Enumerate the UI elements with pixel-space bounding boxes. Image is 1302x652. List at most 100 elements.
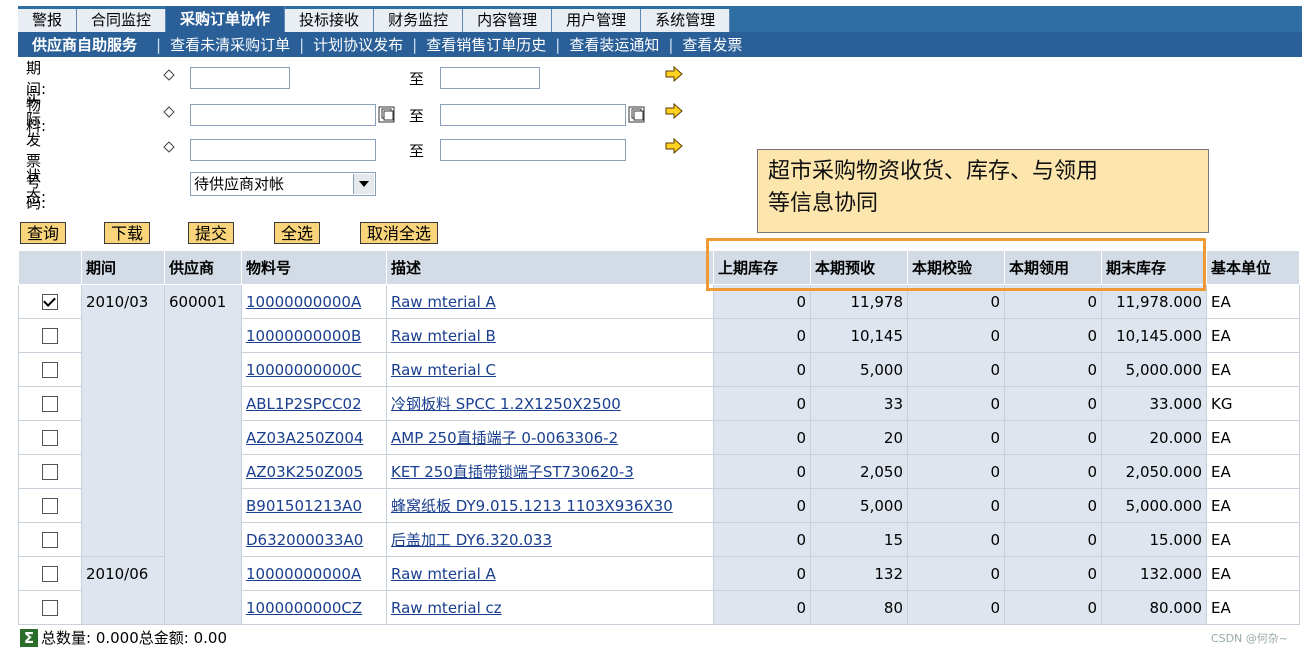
diamond-icon[interactable] [163, 141, 175, 153]
material-link[interactable]: AZ03A250Z004 [246, 429, 363, 447]
row-checkbox[interactable] [42, 599, 58, 616]
diamond-icon[interactable] [163, 69, 175, 81]
row-select-cell[interactable] [18, 454, 82, 489]
description-link[interactable]: Raw mterial cz [391, 599, 502, 617]
period-cell: 2010/06 [81, 556, 165, 625]
tab-system-mgmt[interactable]: 系统管理 [641, 9, 731, 32]
tab-contract-monitor[interactable]: 合同监控 [77, 9, 167, 32]
arrow-right-icon[interactable] [664, 103, 684, 119]
subnav-invoices[interactable]: 查看发票 [682, 34, 742, 55]
row-checkbox[interactable] [42, 361, 58, 378]
description-link[interactable]: 后盖加工 DY6.320.033 [391, 531, 552, 549]
description-cell: 蜂窝纸板 DY9.015.1213 1103X936X30 [386, 488, 714, 523]
material-cell: 10000000000C [241, 352, 387, 387]
material-link[interactable]: ABL1P2SPCC02 [246, 395, 362, 413]
row-checkbox[interactable] [42, 327, 58, 344]
subnav-shipping-notice[interactable]: 查看装运通知 [569, 34, 659, 55]
sub-nav: 供应商自助服务 | 查看未清采购订单 | 计划协议发布 | 查看销售订单历史 |… [18, 32, 1302, 57]
invoice-from-input[interactable] [190, 139, 376, 161]
footer-summary: Σ 总数量: 0.000总金额: 0.00 [20, 627, 227, 648]
header-unit: 基本单位 [1206, 250, 1300, 285]
description-link[interactable]: 蜂窝纸板 DY9.015.1213 1103X936X30 [391, 497, 673, 515]
material-from-input[interactable] [190, 104, 376, 126]
arrow-right-icon[interactable] [664, 66, 684, 82]
used-cell: 0 [1004, 420, 1102, 455]
subnav-open-po[interactable]: 查看未清采购订单 [170, 34, 290, 55]
row-checkbox[interactable] [42, 395, 58, 412]
chevron-down-icon[interactable] [353, 174, 374, 194]
tab-user-mgmt[interactable]: 用户管理 [552, 9, 642, 32]
description-link[interactable]: AMP 250直插端子 0-0063306-2 [391, 429, 618, 447]
row-checkbox[interactable] [42, 497, 58, 514]
row-checkbox[interactable] [42, 429, 58, 446]
receipts-cell: 10,145 [810, 318, 908, 353]
description-link[interactable]: 冷钢板料 SPCC 1.2X1250X2500 [391, 395, 621, 413]
unit-cell: KG [1206, 386, 1300, 421]
row-checkbox[interactable] [42, 463, 58, 480]
period-to-input[interactable] [440, 67, 540, 89]
tab-po-collaboration[interactable]: 采购订单协作 [166, 6, 286, 32]
prev-stock-cell: 0 [713, 488, 811, 523]
row-select-cell[interactable] [18, 386, 82, 421]
select-all-button[interactable]: 全选 [274, 222, 321, 244]
tab-finance-monitor[interactable]: 财务监控 [374, 9, 464, 32]
material-link[interactable]: AZ03K250Z005 [246, 463, 363, 481]
period-from-input[interactable] [190, 67, 290, 89]
annotation-line-2: 等信息协同 [768, 191, 879, 216]
to-label: 至 [409, 69, 425, 88]
deselect-all-button[interactable]: 取消全选 [360, 222, 439, 244]
annotation-note: 超市采购物资收货、库存、与领用 等信息协同 [757, 149, 1209, 233]
prev-stock-cell: 0 [713, 522, 811, 557]
material-link[interactable]: 1000000000CZ [246, 599, 362, 617]
row-select-cell[interactable] [18, 556, 82, 591]
description-cell: Raw mterial cz [386, 590, 714, 625]
row-select-cell[interactable] [18, 522, 82, 557]
tab-bid-receive[interactable]: 投标接收 [285, 9, 375, 32]
row-select-cell[interactable] [18, 284, 82, 319]
browse-icon[interactable] [378, 106, 395, 123]
material-link[interactable]: 10000000000B [246, 327, 361, 345]
material-link[interactable]: D632000033A0 [246, 531, 363, 549]
tab-content-mgmt[interactable]: 内容管理 [463, 9, 553, 32]
description-link[interactable]: KET 250直插带锁端子ST730620-3 [391, 463, 634, 481]
query-button[interactable]: 查询 [20, 222, 67, 244]
description-cell: AMP 250直插端子 0-0063306-2 [386, 420, 714, 455]
material-to-input[interactable] [440, 104, 626, 126]
subnav-separator: | [299, 35, 305, 54]
row-checkbox[interactable] [42, 565, 58, 582]
subnav-supplier-self-service[interactable]: 供应商自助服务 [18, 34, 147, 55]
material-cell: 1000000000CZ [241, 590, 387, 625]
header-vendor: 供应商 [164, 250, 242, 285]
receipts-cell: 33 [810, 386, 908, 421]
tab-alerts[interactable]: 警报 [18, 9, 78, 32]
material-link[interactable]: 10000000000A [246, 293, 361, 311]
download-button[interactable]: 下载 [104, 222, 151, 244]
row-select-cell[interactable] [18, 590, 82, 625]
row-select-cell[interactable] [18, 352, 82, 387]
subnav-schedule-agreement[interactable]: 计划协议发布 [313, 34, 403, 55]
description-link[interactable]: Raw mterial C [391, 361, 496, 379]
subnav-sales-history[interactable]: 查看销售订单历史 [426, 34, 546, 55]
verified-cell: 0 [907, 352, 1005, 387]
description-link[interactable]: Raw mterial A [391, 293, 496, 311]
description-link[interactable]: Raw mterial B [391, 327, 496, 345]
material-link[interactable]: 10000000000C [246, 361, 361, 379]
row-select-cell[interactable] [18, 420, 82, 455]
status-select[interactable]: 待供应商对帐 [190, 172, 376, 196]
material-link[interactable]: 10000000000A [246, 565, 361, 583]
material-link[interactable]: B901501213A0 [246, 497, 362, 515]
diamond-icon[interactable] [163, 106, 175, 118]
row-select-cell[interactable] [18, 488, 82, 523]
submit-button[interactable]: 提交 [188, 222, 235, 244]
description-cell: Raw mterial A [386, 284, 714, 319]
description-link[interactable]: Raw mterial A [391, 565, 496, 583]
row-checkbox[interactable] [42, 293, 58, 310]
row-select-cell[interactable] [18, 318, 82, 353]
prev-stock-cell: 0 [713, 590, 811, 625]
material-cell: AZ03A250Z004 [241, 420, 387, 455]
row-checkbox[interactable] [42, 531, 58, 548]
invoice-to-input[interactable] [440, 139, 626, 161]
browse-icon[interactable] [628, 106, 645, 123]
arrow-right-icon[interactable] [664, 138, 684, 154]
header-select[interactable] [18, 250, 82, 285]
